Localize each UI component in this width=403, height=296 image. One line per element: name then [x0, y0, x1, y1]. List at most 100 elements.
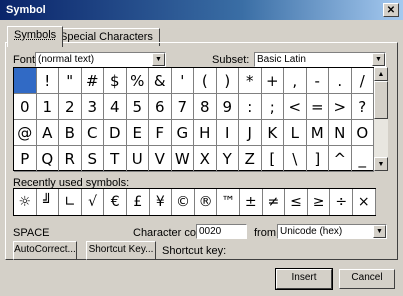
symbol-cell[interactable]: B	[59, 120, 82, 146]
symbol-cell[interactable]: X	[194, 146, 217, 172]
chevron-down-icon[interactable]: ▼	[152, 53, 165, 66]
symbol-cell[interactable]: O	[351, 120, 374, 146]
symbol-cell[interactable]: 3	[81, 94, 104, 120]
symbol-cell[interactable]: ;	[261, 94, 284, 120]
symbol-cell[interactable]: ]	[306, 146, 329, 172]
subset-dropdown[interactable]: Basic Latin ▼	[254, 52, 386, 67]
recent-symbol-cell[interactable]: ╝	[37, 189, 60, 215]
symbol-cell[interactable]: -	[306, 68, 329, 94]
symbol-cell[interactable]: (	[194, 68, 217, 94]
symbol-grid-scrollbar[interactable]: ▲ ▼	[374, 67, 388, 171]
recent-symbol-cell[interactable]: €	[104, 189, 127, 215]
recent-symbol-cell[interactable]: √	[82, 189, 105, 215]
character-code-input[interactable]: 0020	[196, 224, 247, 239]
symbol-cell[interactable]: M	[306, 120, 329, 146]
symbol-cell[interactable]: "	[59, 68, 82, 94]
symbol-cell[interactable]: F	[149, 120, 172, 146]
close-button[interactable]: ✕	[383, 3, 399, 17]
symbol-cell[interactable]: Y	[216, 146, 239, 172]
recent-symbol-cell[interactable]: ®	[195, 189, 218, 215]
symbol-cell[interactable]: R	[59, 146, 82, 172]
scroll-down-icon[interactable]: ▼	[374, 157, 388, 171]
symbol-cell[interactable]: $	[104, 68, 127, 94]
symbol-cell[interactable]: _	[351, 146, 374, 172]
symbol-cell[interactable]: 9	[216, 94, 239, 120]
shortcut-key-button[interactable]: Shortcut Key...	[86, 241, 156, 260]
recent-symbol-cell[interactable]: ¥	[150, 189, 173, 215]
symbol-cell[interactable]	[14, 68, 37, 94]
symbol-cell[interactable]: *	[239, 68, 262, 94]
recent-symbol-cell[interactable]: ≥	[308, 189, 331, 215]
symbol-cell[interactable]: 0	[14, 94, 37, 120]
scroll-up-icon[interactable]: ▲	[374, 67, 388, 81]
font-dropdown-value: (normal text)	[38, 54, 95, 65]
autocorrect-button[interactable]: AutoCorrect...	[13, 241, 77, 260]
symbol-cell[interactable]: C	[81, 120, 104, 146]
symbol-cell[interactable]: ,	[284, 68, 307, 94]
chevron-down-icon[interactable]: ▼	[373, 225, 386, 238]
recent-symbol-cell[interactable]: ≠	[263, 189, 286, 215]
symbol-cell[interactable]: S	[81, 146, 104, 172]
symbol-cell[interactable]: <	[284, 94, 307, 120]
recent-symbol-cell[interactable]: ≤	[285, 189, 308, 215]
symbol-cell[interactable]: %	[126, 68, 149, 94]
symbol-cell[interactable]: T	[104, 146, 127, 172]
symbol-cell[interactable]: !	[36, 68, 59, 94]
symbol-grid[interactable]: ! " # $% & '() * +, -./ 0 1 2 3 4 5 6 7 8 9:; < = >? @ A B C D E F G H…	[13, 67, 374, 172]
recent-symbol-cell[interactable]: £	[127, 189, 150, 215]
tab-symbols[interactable]: Symbols	[7, 26, 64, 47]
symbol-cell[interactable]: D	[104, 120, 127, 146]
symbol-cell[interactable]: U	[126, 146, 149, 172]
insert-button[interactable]: Insert	[275, 268, 333, 290]
symbol-cell[interactable]: P	[14, 146, 37, 172]
symbol-cell[interactable]: \	[284, 146, 307, 172]
symbol-cell[interactable]: 6	[149, 94, 172, 120]
symbol-cell[interactable]: J	[239, 120, 262, 146]
symbol-cell[interactable]: Z	[239, 146, 262, 172]
symbol-cell[interactable]: @	[14, 120, 37, 146]
symbol-cell[interactable]: ^	[329, 146, 352, 172]
symbol-cell[interactable]: 7	[171, 94, 194, 120]
recent-symbol-cell[interactable]: ☼	[14, 189, 37, 215]
symbol-cell[interactable]: +	[261, 68, 284, 94]
symbol-cell[interactable]: G	[171, 120, 194, 146]
recent-symbol-cell[interactable]: ÷	[330, 189, 353, 215]
symbol-cell[interactable]: V	[149, 146, 172, 172]
symbol-cell[interactable]: 2	[59, 94, 82, 120]
symbol-cell[interactable]: /	[351, 68, 374, 94]
symbol-cell[interactable]: :	[239, 94, 262, 120]
symbol-cell[interactable]: 1	[36, 94, 59, 120]
symbol-cell[interactable]: A	[36, 120, 59, 146]
symbol-cell[interactable]: =	[306, 94, 329, 120]
symbol-cell[interactable]: L	[284, 120, 307, 146]
symbol-cell[interactable]: I	[216, 120, 239, 146]
recent-symbol-cell[interactable]: ™	[217, 189, 240, 215]
symbol-cell[interactable]: W	[171, 146, 194, 172]
symbol-cell[interactable]: H	[194, 120, 217, 146]
symbol-cell[interactable]: ?	[351, 94, 374, 120]
symbol-cell[interactable]: [	[261, 146, 284, 172]
recent-symbol-cell[interactable]: ∟	[59, 189, 82, 215]
recent-symbol-cell[interactable]: ±	[240, 189, 263, 215]
symbol-cell[interactable]: E	[126, 120, 149, 146]
from-dropdown[interactable]: Unicode (hex) ▼	[277, 224, 387, 239]
symbol-cell[interactable]: #	[81, 68, 104, 94]
scrollbar-thumb[interactable]	[374, 81, 388, 119]
symbol-cell[interactable]: )	[216, 68, 239, 94]
symbol-cell[interactable]: .	[329, 68, 352, 94]
symbol-cell[interactable]: &	[149, 68, 172, 94]
recent-symbol-cell[interactable]: ©	[172, 189, 195, 215]
symbol-cell[interactable]: 4	[104, 94, 127, 120]
symbol-cell[interactable]: '	[171, 68, 194, 94]
cancel-button[interactable]: Cancel	[339, 269, 395, 289]
symbol-cell[interactable]: N	[329, 120, 352, 146]
symbol-cell[interactable]: >	[329, 94, 352, 120]
font-dropdown[interactable]: (normal text) ▼	[35, 52, 166, 67]
symbol-cell[interactable]: K	[261, 120, 284, 146]
symbol-cell[interactable]: 5	[126, 94, 149, 120]
recent-symbol-cell[interactable]: ×	[353, 189, 376, 215]
symbol-cell[interactable]: 8	[194, 94, 217, 120]
symbol-cell[interactable]: Q	[36, 146, 59, 172]
recent-symbols-grid[interactable]: ☼ ╝ ∟ √ € £ ¥ © ® ™ ± ≠ ≤ ≥ ÷ ×	[13, 188, 376, 216]
chevron-down-icon[interactable]: ▼	[372, 53, 385, 66]
